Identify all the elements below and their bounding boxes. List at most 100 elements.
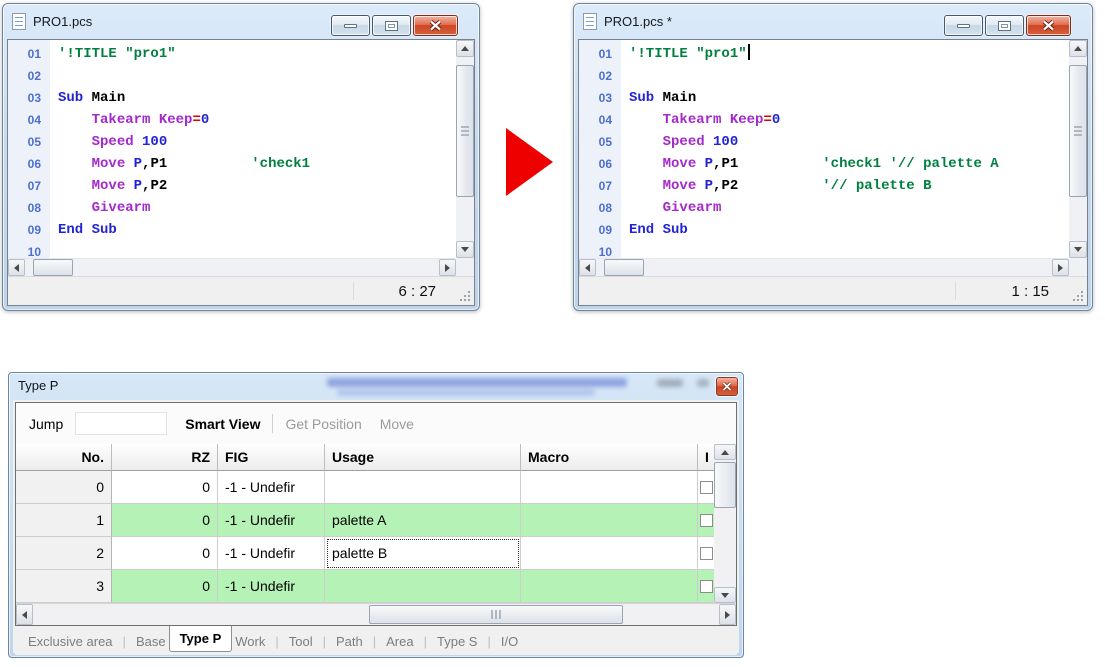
cell-rz[interactable]: 0: [112, 570, 218, 603]
scroll-up-button[interactable]: [456, 40, 474, 57]
tab-area[interactable]: Area: [383, 634, 416, 649]
tab-type-s[interactable]: Type S: [434, 634, 480, 649]
vertical-scrollbar[interactable]: [456, 40, 474, 258]
scrollbar-thumb[interactable]: [369, 605, 623, 624]
checkbox-cell: [698, 537, 715, 570]
cell-usage[interactable]: palette B: [325, 537, 521, 570]
status-bar: 1 : 15: [579, 276, 1087, 305]
row-checkbox[interactable]: [700, 514, 713, 527]
code-area[interactable]: '!TITLE "pro1"Sub Main Takearm Keep=0 Sp…: [50, 40, 456, 258]
cell-rz[interactable]: 0: [112, 471, 218, 504]
resize-grip[interactable]: [1071, 289, 1083, 301]
scrollbar-thumb[interactable]: [714, 462, 736, 508]
window-titlebar[interactable]: PRO1.pcs: [3, 4, 479, 39]
line-number: 10: [579, 241, 621, 258]
scrollbar-track[interactable]: [714, 460, 736, 587]
line-number: 04: [8, 109, 50, 131]
cell-rz[interactable]: 0: [112, 504, 218, 537]
scroll-up-button[interactable]: [714, 444, 736, 460]
scrollbar-track[interactable]: [33, 604, 719, 625]
cell-macro[interactable]: [521, 570, 698, 603]
scroll-left-button[interactable]: [579, 259, 596, 276]
arrow-left-icon: [22, 611, 27, 619]
close-button[interactable]: [1026, 15, 1071, 36]
cell-no[interactable]: 3: [16, 570, 112, 603]
cell-usage[interactable]: [325, 570, 521, 603]
scrollbar-thumb[interactable]: [1069, 65, 1087, 197]
cell-fig[interactable]: -1 - Undefir: [218, 537, 325, 570]
cell-no[interactable]: 1: [16, 504, 112, 537]
column-header-fig[interactable]: FIG: [218, 444, 325, 471]
jump-input[interactable]: [75, 412, 167, 435]
scrollbar-thumb[interactable]: [33, 259, 73, 276]
vertical-scrollbar[interactable]: [1069, 40, 1087, 258]
column-header-macro[interactable]: Macro: [521, 444, 698, 471]
scroll-down-button[interactable]: [714, 587, 736, 603]
scroll-left-button[interactable]: [16, 604, 33, 625]
scrollbar-track[interactable]: [1069, 57, 1087, 241]
cell-macro[interactable]: [521, 471, 698, 504]
scroll-left-button[interactable]: [8, 259, 25, 276]
cell-macro[interactable]: [521, 504, 698, 537]
maximize-button[interactable]: [985, 15, 1024, 36]
row-checkbox[interactable]: [700, 547, 713, 560]
scroll-right-button[interactable]: [719, 604, 736, 625]
column-header-rz[interactable]: RZ: [112, 444, 218, 471]
tab-i-o[interactable]: I/O: [498, 634, 521, 649]
column-header-i[interactable]: I: [698, 444, 715, 471]
cell-usage[interactable]: [325, 471, 521, 504]
scrollbar-thumb[interactable]: [456, 65, 474, 197]
scroll-right-button[interactable]: [439, 259, 456, 276]
tab-tool[interactable]: Tool: [286, 634, 316, 649]
code-token: Speed: [663, 134, 705, 150]
scrollbar-thumb[interactable]: [604, 259, 644, 276]
cell-rz[interactable]: 0: [112, 537, 218, 570]
cell-no[interactable]: 2: [16, 537, 112, 570]
column-header-usage[interactable]: Usage: [325, 444, 521, 471]
minimize-button[interactable]: [331, 15, 370, 36]
code-line: '!TITLE "pro1": [629, 43, 1069, 65]
code-line: [58, 65, 456, 87]
cell-fig[interactable]: -1 - Undefir: [218, 471, 325, 504]
line-number: 01: [579, 43, 621, 65]
scrollbar-track[interactable]: [25, 259, 439, 276]
tab-separator: |: [424, 634, 427, 649]
cell-macro[interactable]: [521, 537, 698, 570]
tab-path[interactable]: Path: [333, 634, 366, 649]
tab-work[interactable]: Work: [232, 634, 268, 649]
tab-exclusive-area[interactable]: Exclusive area: [25, 634, 116, 649]
scrollbar-track[interactable]: [596, 259, 1052, 276]
tab-base[interactable]: Base: [133, 634, 169, 649]
horizontal-scrollbar[interactable]: [8, 258, 456, 276]
close-button[interactable]: [413, 15, 458, 36]
panel-titlebar[interactable]: Type P: [9, 373, 743, 400]
scrollbar-track[interactable]: [456, 57, 474, 241]
cell-fig[interactable]: -1 - Undefir: [218, 570, 325, 603]
row-checkbox[interactable]: [700, 580, 713, 593]
cell-usage[interactable]: palette A: [325, 504, 521, 537]
minimize-button[interactable]: [944, 15, 983, 36]
scroll-down-button[interactable]: [456, 241, 474, 258]
scroll-down-button[interactable]: [1069, 241, 1087, 258]
window-titlebar[interactable]: PRO1.pcs *: [574, 4, 1092, 39]
cell-no[interactable]: 0: [16, 471, 112, 504]
line-number: 10: [8, 241, 50, 258]
line-number: 06: [8, 153, 50, 175]
code-area[interactable]: '!TITLE "pro1"Sub Main Takearm Keep=0 Sp…: [621, 40, 1069, 258]
code-token: [696, 156, 704, 172]
background-blur-artifact: [327, 378, 627, 387]
tab-type-p[interactable]: Type P: [169, 626, 233, 652]
cell-fig[interactable]: -1 - Undefir: [218, 504, 325, 537]
smart-view-button[interactable]: Smart View: [185, 416, 260, 432]
maximize-button[interactable]: [372, 15, 411, 36]
scroll-right-button[interactable]: [1052, 259, 1069, 276]
resize-grip[interactable]: [458, 289, 470, 301]
grid-horizontal-scrollbar[interactable]: [16, 603, 736, 625]
code-token: P1: [721, 156, 738, 172]
row-checkbox[interactable]: [700, 481, 713, 494]
scroll-up-button[interactable]: [1069, 40, 1087, 57]
column-header-no[interactable]: No.: [16, 444, 112, 471]
close-button[interactable]: [716, 377, 738, 396]
grid-vertical-scrollbar[interactable]: [714, 444, 736, 603]
horizontal-scrollbar[interactable]: [579, 258, 1069, 276]
